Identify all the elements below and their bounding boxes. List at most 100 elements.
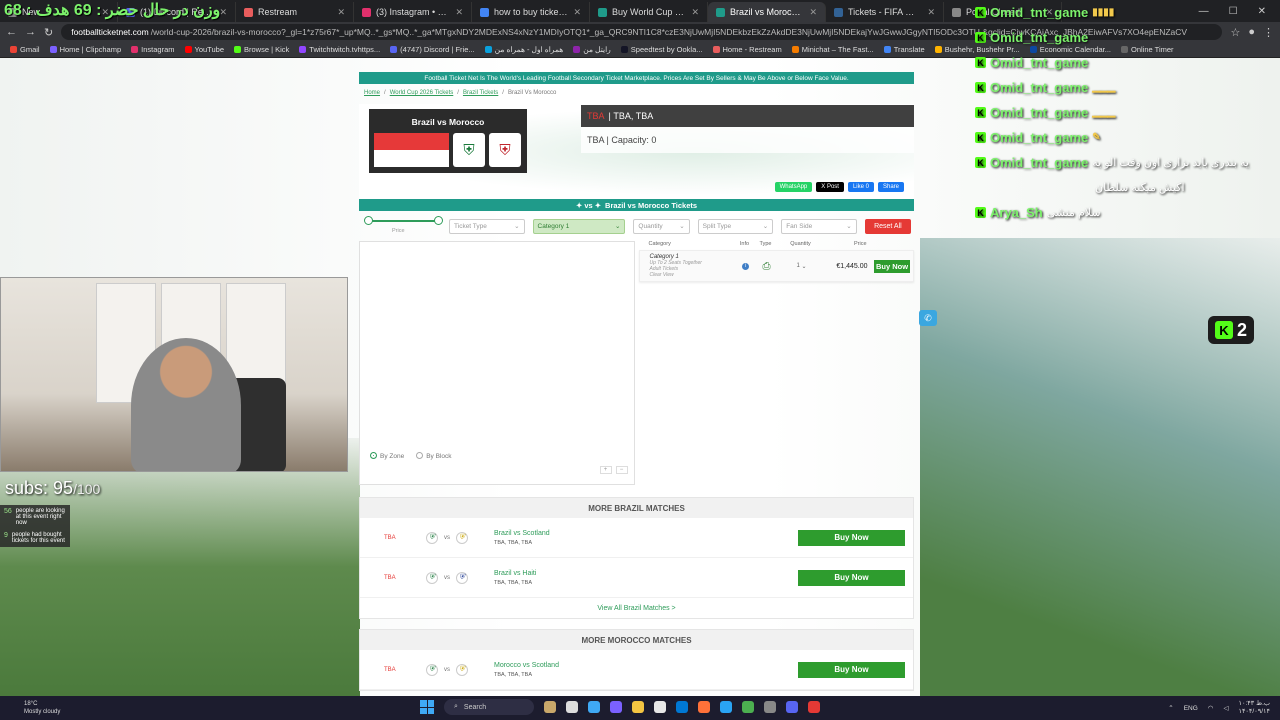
chat-username: Arya_Sh bbox=[990, 205, 1043, 220]
obs-icon[interactable] bbox=[808, 701, 820, 713]
ticket-detail: Clear View bbox=[649, 272, 674, 278]
bookmark-item[interactable]: Twitchtwitch.tvhttps... bbox=[299, 45, 380, 54]
breadcrumb-home[interactable]: Home bbox=[364, 90, 380, 96]
share-buttons: WhatsApp X Post Like 0 Share bbox=[774, 182, 904, 192]
bookmark-item[interactable]: Gmail bbox=[10, 45, 40, 54]
bookmark-item[interactable]: رایتل من bbox=[573, 45, 611, 54]
close-tab-icon[interactable]: ✕ bbox=[927, 7, 935, 18]
chat-username: Omid_tnt_game bbox=[990, 80, 1089, 95]
bookmark-item[interactable]: YouTube bbox=[184, 45, 224, 54]
volume-icon[interactable]: ◁ bbox=[1223, 704, 1228, 712]
copilot-icon[interactable] bbox=[610, 701, 622, 713]
weather-widget[interactable]: 18°C Mostly cloudy bbox=[0, 700, 60, 716]
stream-chat-overlay: K Omid_tnt_game ▮▮▮▮ K Omid_tnt_game K Omid_tn… bbox=[975, 0, 1275, 225]
telegram-icon[interactable] bbox=[720, 701, 732, 713]
bookmark-label: Instagram bbox=[141, 45, 175, 54]
quantity-select[interactable]: Quantity ⌄ bbox=[633, 218, 690, 234]
view-all-brazil-link[interactable]: View All Brazil Matches > bbox=[360, 598, 913, 618]
buy-now-button[interactable]: Buy Now bbox=[798, 661, 905, 678]
close-tab-icon[interactable]: ✕ bbox=[337, 7, 345, 18]
stadium-map[interactable]: By Zone By Block + − bbox=[359, 241, 635, 485]
close-tab-icon[interactable]: ✕ bbox=[573, 7, 581, 18]
bookmark-item[interactable]: Minichat – The Fast... bbox=[791, 45, 874, 54]
price-min-handle[interactable] bbox=[364, 216, 373, 225]
windows-start-icon[interactable] bbox=[420, 700, 434, 714]
bookmark-item[interactable]: Speedtest by Ookla... bbox=[620, 45, 703, 54]
bookmark-item[interactable]: Home - Restream bbox=[712, 45, 782, 54]
store-icon[interactable] bbox=[654, 701, 666, 713]
bookmark-item[interactable]: Browse | Kick bbox=[234, 45, 289, 54]
subs-goal: /100 bbox=[73, 481, 101, 497]
by-block-radio[interactable]: By Block bbox=[416, 452, 452, 460]
bookmark-favicon-icon bbox=[10, 46, 17, 53]
browser-tab[interactable]: (3) Instagram • Messages ✕ bbox=[354, 2, 472, 22]
split-type-select[interactable]: Split Type ⌄ bbox=[697, 218, 774, 234]
ticket-category-cell: Category 1 Up To 2 Seats Together Adult … bbox=[640, 254, 736, 278]
fan-side-select[interactable]: Fan Side ⌄ bbox=[781, 218, 857, 234]
info-icon[interactable]: i bbox=[742, 262, 749, 270]
browser-tab[interactable]: Brazil vs Morocco at TBA on 11 ✕ bbox=[708, 2, 826, 22]
bookmark-item[interactable]: همراه اول - همراه من bbox=[484, 45, 563, 54]
ticket-row[interactable]: Category 1 Up To 2 Seats Together Adult … bbox=[638, 250, 914, 282]
buy-now-button[interactable]: Buy Now bbox=[798, 529, 905, 546]
taskbar-search[interactable]: ⌕ Search bbox=[444, 699, 534, 715]
whatsapp-share-button[interactable]: WhatsApp bbox=[774, 182, 813, 192]
facebook-like-button[interactable]: Like 0 bbox=[847, 182, 874, 192]
match-link[interactable]: Brazil vs Scotland bbox=[494, 530, 798, 537]
chrome-icon[interactable] bbox=[742, 701, 754, 713]
settings-icon[interactable] bbox=[764, 701, 776, 713]
reset-all-button[interactable]: Reset All bbox=[864, 218, 911, 234]
by-zone-label: By Zone bbox=[380, 453, 405, 460]
match-link[interactable]: Brazil vs Haiti bbox=[494, 570, 798, 577]
price-max-handle[interactable] bbox=[434, 216, 443, 225]
price-slider[interactable]: Price bbox=[362, 213, 443, 239]
wifi-icon[interactable]: ◠ bbox=[1208, 704, 1214, 712]
chevron-up-icon[interactable]: ⌃ bbox=[1168, 704, 1173, 712]
tab-title: Brazil vs Morocco at TBA on 11 bbox=[730, 7, 804, 17]
close-tab-icon[interactable]: ✕ bbox=[455, 7, 463, 18]
radio-unchecked-icon bbox=[416, 452, 424, 459]
breadcrumb-brazil[interactable]: Brazil Tickets bbox=[463, 90, 498, 96]
x-post-button[interactable]: X Post bbox=[816, 182, 844, 192]
widgets-icon[interactable] bbox=[544, 701, 556, 713]
zoom-in-button[interactable]: + bbox=[599, 466, 612, 474]
category-select[interactable]: Category 1 ⌄ bbox=[532, 218, 626, 234]
browser-tab[interactable]: Buy World Cup 2026 Tickets 20 ✕ bbox=[590, 2, 708, 22]
buy-now-button[interactable]: Buy Now bbox=[798, 569, 905, 586]
bookmark-item[interactable]: Home | Clipchamp bbox=[49, 45, 122, 54]
forward-icon[interactable]: → bbox=[25, 26, 36, 38]
buy-now-button[interactable]: Buy Now bbox=[874, 259, 910, 273]
match-info-box: TBA | TBA, TBA TBA | Capacity: 0 bbox=[581, 105, 914, 153]
browser-tab[interactable]: Restream ✕ bbox=[236, 2, 354, 22]
bookmark-label: Home | Clipchamp bbox=[59, 45, 122, 54]
close-tab-icon[interactable]: ✕ bbox=[219, 7, 227, 18]
discord-icon[interactable] bbox=[786, 701, 798, 713]
task-view-icon[interactable] bbox=[566, 701, 578, 713]
browser-tab[interactable]: Tickets - FIFA World Cup 2026™ ✕ bbox=[826, 2, 944, 22]
ticket-info-cell: i bbox=[736, 262, 756, 270]
match-link[interactable]: Morocco vs Scotland bbox=[494, 662, 798, 669]
breadcrumb-world-cup[interactable]: World Cup 2026 Tickets bbox=[390, 90, 454, 96]
by-zone-radio[interactable]: By Zone bbox=[370, 452, 404, 460]
edge-icon[interactable] bbox=[588, 701, 600, 713]
back-icon[interactable]: ← bbox=[6, 26, 17, 38]
facebook-share-button[interactable]: Share bbox=[877, 182, 904, 192]
bookmark-favicon-icon bbox=[791, 46, 799, 53]
ticket-type-select[interactable]: Ticket Type ⌄ bbox=[449, 218, 525, 234]
close-tab-icon[interactable]: ✕ bbox=[691, 7, 699, 18]
bookmark-item[interactable]: Instagram bbox=[131, 45, 175, 54]
phone-chat-icon[interactable]: ✆ bbox=[919, 310, 937, 326]
firefox-icon[interactable] bbox=[698, 701, 710, 713]
language-indicator[interactable]: ENG bbox=[1184, 705, 1198, 712]
outlook-icon[interactable] bbox=[676, 701, 688, 713]
close-tab-icon[interactable]: ✕ bbox=[809, 7, 817, 18]
zoom-out-button[interactable]: − bbox=[615, 466, 628, 474]
chat-message: K Omid_tnt_game یه بندری باید بزاری اون وق… bbox=[975, 150, 1275, 175]
file-explorer-icon[interactable] bbox=[632, 701, 644, 713]
bookmark-item[interactable]: (4747) Discord | Frie... bbox=[390, 45, 475, 54]
ticket-quantity-select[interactable]: 1 ⌄ bbox=[778, 263, 826, 270]
browser-tab[interactable]: how to buy ticket for world cup ✕ bbox=[472, 2, 590, 22]
clock[interactable]: ۱۰:۴۳ ب.ظ ۱۴۰۴/۰۹/۱۴ bbox=[1238, 700, 1270, 716]
bookmark-item[interactable]: Translate bbox=[883, 45, 925, 54]
reload-icon[interactable]: ↻ bbox=[44, 26, 53, 39]
